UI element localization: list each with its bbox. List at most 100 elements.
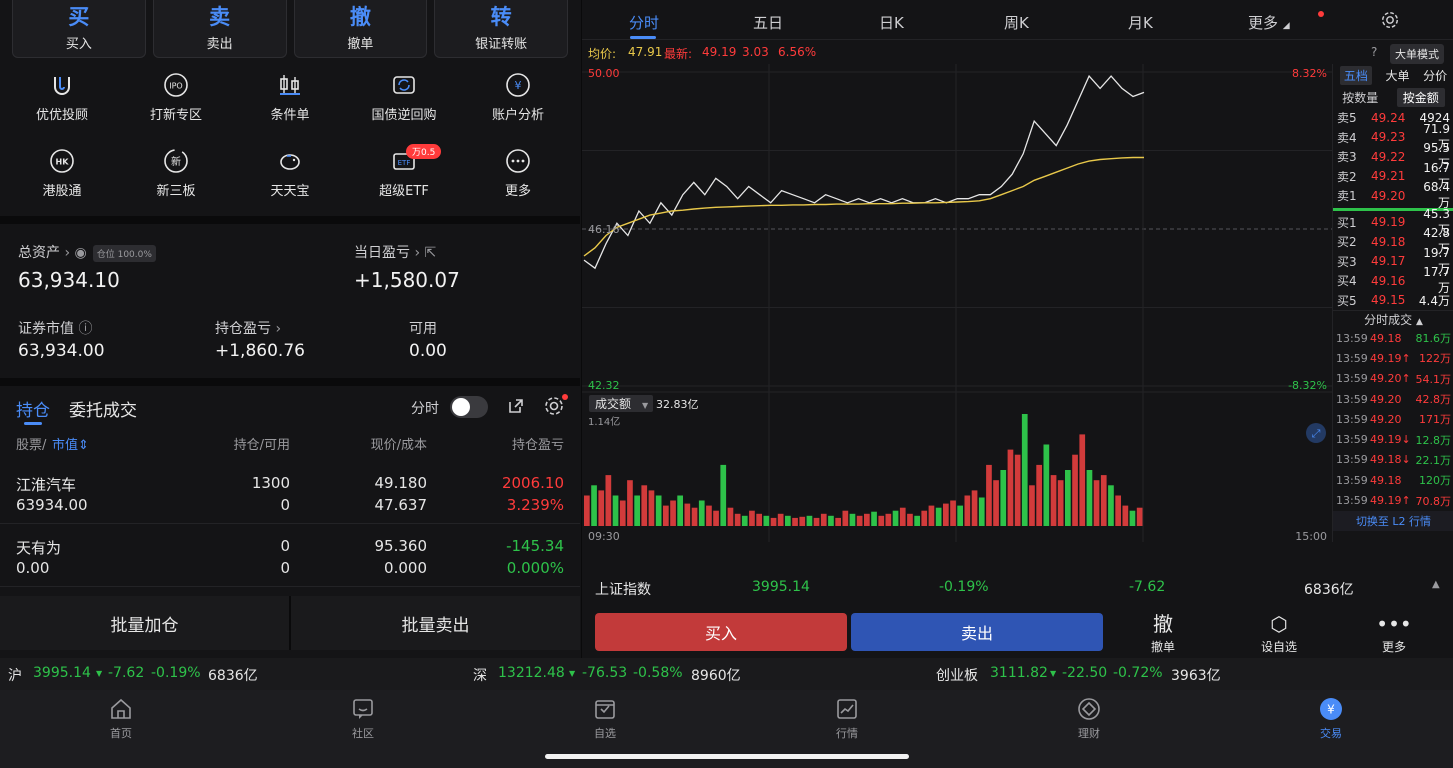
grid-item-etf[interactable]: ETF 超级ETF 万0.5 [346, 144, 462, 210]
gear-icon[interactable] [1380, 10, 1400, 30]
volume-bar [591, 485, 597, 526]
home-icon [111, 698, 131, 719]
cancel-order-button[interactable]: 撤撤单 [1133, 612, 1193, 655]
tab-five-day[interactable]: 五日 [753, 12, 783, 33]
nav-watchlist[interactable]: 自选 [575, 696, 635, 741]
trades-title[interactable]: 分时成交 ▲ [1333, 310, 1453, 328]
market-value-label[interactable]: 证券市值 ⓘ [18, 318, 92, 338]
switch-l2-button[interactable]: 切换至 L2 行情 [1333, 510, 1453, 531]
volume-bar [971, 490, 978, 526]
tab-big-orders[interactable]: 大单 [1385, 67, 1409, 84]
buy-button[interactable]: 买入 [595, 613, 847, 651]
by-amount-toggle[interactable]: 按金额 [1396, 87, 1445, 107]
trade-time: 13:59 [1336, 453, 1368, 467]
intraday-toggle[interactable] [450, 396, 488, 418]
tab-daily-k[interactable]: 日K [879, 12, 904, 33]
add-watchlist-button[interactable]: ⬡ 设自选 [1249, 612, 1309, 655]
sell-button[interactable]: 卖出 [851, 613, 1103, 651]
trade-price: 49.18↓ [1370, 453, 1411, 467]
trade-price: 49.19↓ [1370, 433, 1411, 447]
volume-bar [878, 515, 885, 526]
big-order-mode-button[interactable]: 大单模式 [1390, 44, 1444, 64]
x-label-end: 15:00 [1295, 530, 1327, 542]
grid-item-more[interactable]: 更多 [460, 144, 576, 210]
cancel-shortcut-button[interactable]: 撤撤单 [293, 0, 428, 58]
market-ticker[interactable]: 沪 3995.14 ▼ -7.62 -0.19% 6836亿 深 13212.4… [0, 658, 1453, 690]
trade-price: 49.18 [1370, 331, 1402, 345]
level-price: 49.18 [1371, 234, 1406, 249]
grid-item-hk[interactable]: HK 港股通 [4, 144, 120, 210]
grid-item-piggy[interactable]: 天天宝 [232, 144, 348, 210]
grid-item-analysis[interactable]: ¥ 账户分析 [460, 68, 576, 134]
nav-home[interactable]: 首页 [91, 696, 151, 741]
volume-bar [713, 510, 719, 526]
hold-pl-value: +1,860.76 [215, 341, 305, 361]
level-price: 49.22 [1371, 149, 1406, 164]
help-icon[interactable]: ⓘ [78, 321, 92, 337]
grid-item-repo[interactable]: 国债逆回购 [346, 68, 462, 134]
batch-add-button[interactable]: 批量加仓 [0, 596, 291, 650]
index-bar[interactable]: 上证指数 3995.14 -0.19% -7.62 6836亿 ▲ [582, 570, 1453, 606]
total-assets-label[interactable]: 总资产 › ◉ 仓位 100.0% [18, 242, 156, 262]
nav-trade[interactable]: ¥ 交易 [1301, 696, 1361, 741]
grid-item-neeq[interactable]: 新 新三板 [118, 144, 234, 210]
available-value: 0.00 [409, 341, 447, 361]
tab-more[interactable]: 更多 ◢ [1248, 12, 1290, 33]
volume-bar [1100, 475, 1107, 526]
share-icon[interactable]: ⇱ [425, 245, 437, 261]
batch-sell-button[interactable]: 批量卖出 [291, 596, 580, 650]
help-icon[interactable]: ? [1371, 45, 1377, 59]
volume-bar [1115, 495, 1121, 526]
nav-market[interactable]: 行情 [817, 696, 877, 741]
grid-item-ipo[interactable]: IPO 打新专区 [118, 68, 234, 134]
trade-volume: 12.8万 [1415, 433, 1452, 447]
volume-bar [648, 490, 655, 526]
tab-intraday[interactable]: 分时 [629, 12, 659, 33]
nav-community[interactable]: 社区 [333, 696, 393, 741]
grid-item-condition[interactable]: 条件单 [232, 68, 348, 134]
day-pl-label[interactable]: 当日盈亏 › ⇱ [354, 242, 436, 262]
home-indicator[interactable] [545, 754, 909, 759]
trade-price: 49.20↑ [1370, 372, 1411, 386]
trade-time: 13:59 [1336, 473, 1368, 487]
by-quantity-toggle[interactable]: 按数量 [1342, 89, 1378, 106]
more-actions-button[interactable]: ••• 更多 [1364, 612, 1424, 655]
tab-orders[interactable]: 委托成交 [69, 396, 137, 421]
x-label-start: 09:30 [588, 530, 620, 542]
nav-wealth[interactable]: 理财 [1059, 696, 1119, 741]
price-summary: 均价: 47.91 最新: 49.19 3.03 6.56% [588, 45, 817, 61]
trade-time: 13:59 [1336, 494, 1368, 508]
tab-weekly-k[interactable]: 周K [1004, 12, 1029, 33]
avg-price-line [583, 156, 1144, 257]
chevron-down-icon: ▼ [642, 401, 649, 410]
trade-price: 49.20 [1370, 392, 1402, 406]
tab-price-dist[interactable]: 分价 [1423, 67, 1447, 84]
volume-bar [1036, 464, 1042, 526]
sell-shortcut-button[interactable]: 卖卖出 [152, 0, 287, 58]
tab-positions[interactable]: 持仓 [16, 396, 50, 421]
hk-connect-icon: HK [50, 149, 74, 173]
grid-item-advisor[interactable]: 优优投顾 [4, 68, 120, 134]
sort-by-mv[interactable]: 市值⇕ [52, 434, 89, 453]
tab-five-levels[interactable]: 五档 [1339, 65, 1372, 85]
tab-monthly-k[interactable]: 月K [1128, 12, 1153, 33]
hold-pl-label[interactable]: 持仓盈亏 › [215, 318, 281, 338]
buy-shortcut-button[interactable]: 买买入 [12, 0, 146, 58]
level-label: 卖3 [1337, 150, 1357, 165]
volume-bar [899, 507, 906, 526]
transfer-shortcut-button[interactable]: 转银证转账 [434, 0, 568, 58]
eye-icon[interactable]: ◉ [75, 245, 87, 261]
external-link-icon[interactable] [506, 396, 526, 416]
y-label-mid: 46.16 [588, 223, 620, 236]
volume-bar [663, 505, 669, 526]
table-row[interactable]: 江淮汽车 63934.00 1300 0 49.180 47.637 2006.… [0, 462, 580, 524]
volume-bar [1072, 454, 1078, 526]
volume-bar [813, 517, 820, 526]
trade-time: 13:59 [1336, 433, 1368, 447]
table-row[interactable]: 天有为 0.00 0 0 95.360 0.000 -145.34 0.000% [0, 525, 580, 587]
chevron-up-icon[interactable]: ▲ [1432, 579, 1440, 590]
buy-levels: 买1 49.19 45.3万 买2 49.18 42.8万 买3 49.17 19.7万 买4 49… [1333, 207, 1453, 311]
trade-volume: 122万 [1419, 352, 1451, 366]
intraday-chart[interactable]: 50.00 46.16 42.32 8.32% -8.32% 成交额 ▼ 32.… [582, 64, 1332, 542]
trade-icon: ¥ [1320, 698, 1342, 720]
